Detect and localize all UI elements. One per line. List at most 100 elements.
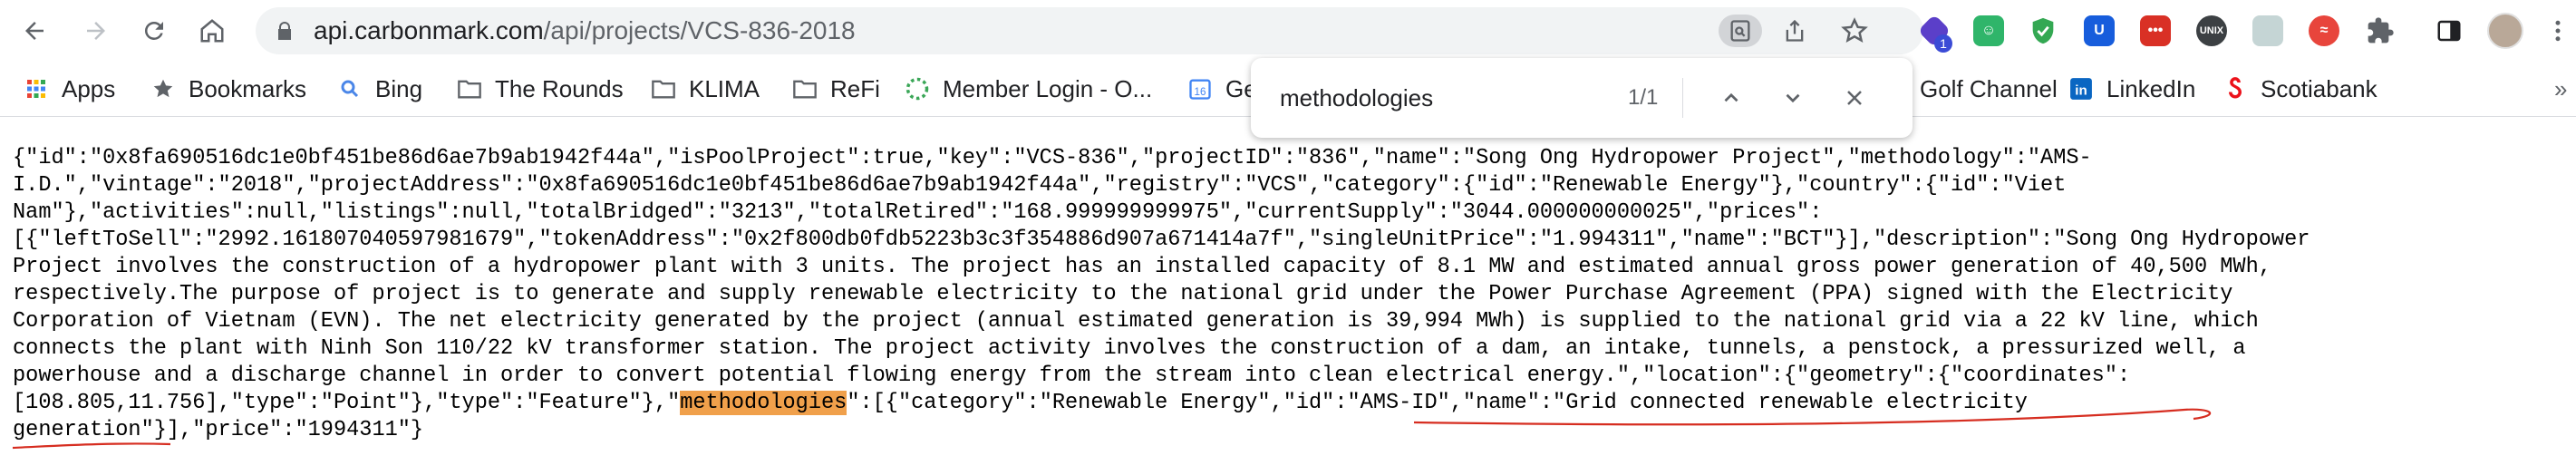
unix-extension[interactable]: UNIX (2192, 11, 2232, 51)
find-divider (1682, 78, 1683, 118)
linkedin-icon: in (2068, 76, 2094, 102)
bookmark-bookmarks[interactable]: Bookmarks (150, 62, 306, 116)
shield-check-icon (2032, 17, 2054, 44)
calendar-icon: 16 (1187, 76, 1213, 102)
search-icon (337, 76, 363, 102)
share-icon (1786, 19, 1804, 42)
find-match-count: 1/1 (1628, 85, 1659, 110)
bookmark-apps[interactable]: Apps (24, 62, 115, 116)
json-line: powerhouse and a discharge channel in or… (13, 364, 2131, 388)
folder-icon (651, 76, 676, 102)
kebab-menu-icon (2555, 20, 2561, 42)
bookmark-label: Apps (62, 74, 116, 102)
json-line: [{"leftToSell":"2992.161807040597981679"… (13, 228, 2310, 252)
side-panel-icon (2437, 20, 2461, 42)
forward-arrow-icon (87, 22, 105, 40)
apps-grid-icon (24, 76, 49, 102)
bookmark-label: Bookmarks (189, 74, 307, 102)
bookmark-label: KLIMA (689, 74, 760, 102)
browser-toolbar: api.carbonmark.com/api/projects/VCS-836-… (0, 0, 2576, 62)
unix-icon: UNIX (2196, 15, 2227, 46)
json-line: respectively.The purpose of project is t… (13, 282, 2233, 306)
bookmark-label: ReFi (830, 74, 880, 102)
home-icon (200, 19, 224, 43)
bookmark-label: Bing (375, 74, 423, 102)
profile-avatar[interactable] (2485, 11, 2525, 51)
json-text: [108.805,11.756],"type":"Point"},"type":… (13, 391, 681, 415)
redirect-icon: ≈ (2309, 15, 2339, 46)
shield-u-icon: U (2084, 15, 2115, 46)
bookmark-label: Scotiabank (2261, 74, 2377, 102)
find-close-button[interactable] (1836, 80, 1873, 116)
shield-extension[interactable] (2023, 11, 2063, 51)
bookmark-label: LinkedIn (2106, 74, 2196, 102)
bookmark-overflow[interactable]: » (2554, 62, 2567, 116)
json-line: I.D.","vintage":"2018","projectAddress":… (13, 173, 2067, 198)
extension-badge: 1 (1934, 34, 1952, 53)
puzzle-icon (2368, 17, 2394, 44)
scotiabank-icon (2223, 76, 2248, 102)
bookmark-star-button[interactable] (1838, 15, 1871, 47)
image-extension[interactable] (2248, 11, 2288, 51)
forward-button[interactable] (76, 11, 116, 51)
bookmark-scotiabank[interactable]: Scotiabank (2223, 62, 2377, 116)
chevron-more-icon: » (2554, 74, 2568, 102)
bitwarden-like-extension[interactable]: ☺ (1969, 11, 2009, 51)
side-panel-button[interactable] (2429, 11, 2469, 51)
json-line: Nam"},"activities":null,"listings":null,… (13, 200, 1823, 225)
bookmark-bing[interactable]: Bing (337, 62, 422, 116)
bookmark-label: Member Login - O... (943, 74, 1153, 102)
extensions-menu-button[interactable] (2360, 11, 2400, 51)
spinner-icon (905, 76, 930, 102)
avatar-icon (2487, 13, 2523, 49)
json-line: Corporation of Vietnam (EVN). The net el… (13, 309, 2259, 334)
bookmark-folder-refi[interactable]: ReFi (792, 62, 880, 116)
back-button[interactable] (15, 11, 54, 51)
redirect-extension[interactable]: ≈ (2304, 11, 2344, 51)
back-arrow-icon (25, 22, 44, 40)
browser-menu-button[interactable] (2538, 11, 2576, 51)
bookmark-folder-klima[interactable]: KLIMA (651, 62, 760, 116)
json-response-body: {"id":"0x8fa690516dc1e0bf451be86d6ae7b9a… (13, 145, 2569, 444)
bookmark-folder-the-rounds[interactable]: The Rounds (457, 62, 624, 116)
dots-icon: ••• (2140, 15, 2171, 46)
sheet-badge-extension[interactable]: 1 (1914, 11, 1954, 53)
reload-icon (144, 21, 163, 40)
address-bar[interactable]: api.carbonmark.com/api/projects/VCS-836-… (256, 7, 1923, 54)
smile-icon: ☺ (1973, 15, 2004, 46)
bookmark-member-login[interactable]: Member Login - O... (905, 62, 1152, 116)
json-line: connects the plant with Ninh Son 110/22 … (13, 336, 2246, 361)
find-next-button[interactable] (1775, 80, 1811, 116)
home-button[interactable] (192, 11, 232, 51)
json-line: {"id":"0x8fa690516dc1e0bf451be86d6ae7b9a… (13, 146, 2092, 170)
chevron-down-icon (1786, 93, 1800, 103)
lock-icon (278, 22, 291, 40)
url-path: /api/projects/VCS-836-2018 (543, 16, 856, 44)
bookmark-label: Golf Channel (1920, 74, 2058, 102)
chevron-up-icon (1724, 92, 1738, 102)
json-text: ":[{"category":"Renewable Energy","id":"… (847, 391, 2028, 415)
json-line: generation"}],"price":"1994311"} (13, 418, 424, 442)
json-line: Project involves the construction of a h… (13, 255, 2271, 279)
share-button[interactable] (1778, 15, 1811, 47)
find-input[interactable]: methodologies (1280, 58, 1433, 138)
folder-icon (457, 76, 482, 102)
find-match-highlight: methodologies (680, 391, 847, 415)
image-icon (2252, 15, 2283, 46)
bookmark-label: The Rounds (495, 74, 624, 102)
bookmark-golf-channel[interactable]: Golf Channel (1920, 62, 2058, 116)
password-manager-extension[interactable]: U (2079, 11, 2119, 51)
svg-text:16: 16 (1195, 86, 1206, 98)
reload-button[interactable] (134, 11, 174, 51)
search-page-icon (1730, 20, 1750, 42)
close-icon (1847, 91, 1862, 105)
star-icon (150, 76, 176, 102)
find-in-page-bar: methodologies 1/1 (1251, 58, 1913, 138)
url-text: api.carbonmark.com/api/projects/VCS-836-… (314, 7, 856, 54)
red-dots-extension[interactable]: ••• (2135, 11, 2175, 51)
bookmark-calendar[interactable]: 16 Ge (1187, 62, 1257, 116)
find-in-page-button[interactable] (1719, 15, 1762, 47)
folder-icon (792, 76, 818, 102)
find-previous-button[interactable] (1713, 80, 1749, 116)
bookmark-linkedin[interactable]: in LinkedIn (2068, 62, 2195, 116)
